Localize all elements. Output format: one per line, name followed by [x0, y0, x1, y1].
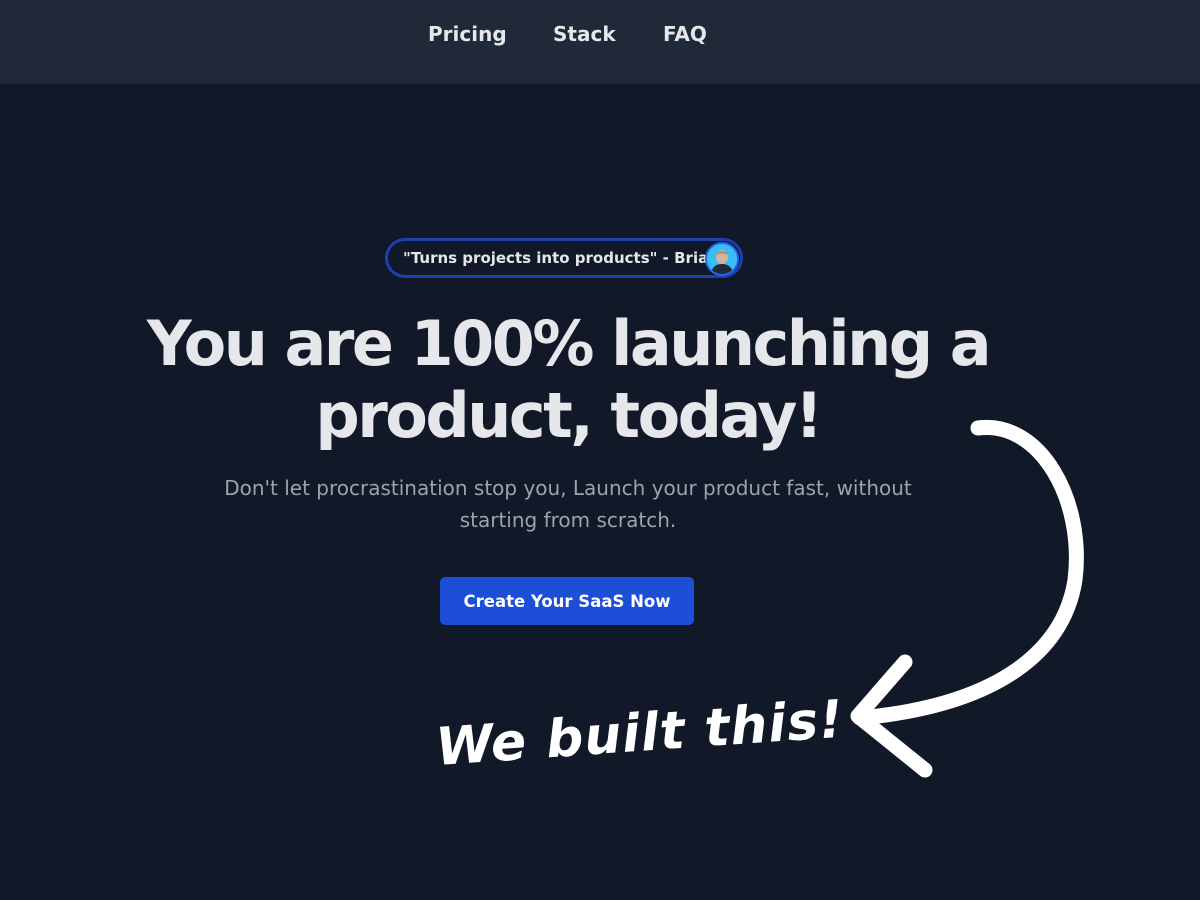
nav-link-stack[interactable]: Stack — [553, 20, 616, 48]
hero-headline-line-1: You are 100% launching a — [146, 307, 992, 380]
hero-subtext-line-2: starting from scratch. — [459, 508, 677, 532]
hero-headline: You are 100% launching a product, today! — [100, 308, 1036, 452]
hero-subtext-line-1: Don't let procrastination stop you, Laun… — [224, 476, 912, 500]
nav-link-pricing[interactable]: Pricing — [428, 20, 507, 48]
hero-headline-line-2: product, today! — [315, 379, 823, 452]
avatar — [705, 242, 739, 276]
create-saas-button[interactable]: Create Your SaaS Now — [440, 577, 694, 625]
top-navigation: Pricing Stack FAQ — [0, 0, 1200, 84]
handwritten-annotation: We built this! — [433, 689, 846, 778]
testimonial-badge: "Turns projects into products" - Brian — [385, 238, 743, 278]
avatar-portrait-icon — [707, 244, 737, 274]
nav-link-faq[interactable]: FAQ — [663, 20, 707, 48]
testimonial-quote: "Turns projects into products" - Brian — [403, 249, 719, 267]
hero-subtext: Don't let procrastination stop you, Laun… — [160, 472, 976, 536]
